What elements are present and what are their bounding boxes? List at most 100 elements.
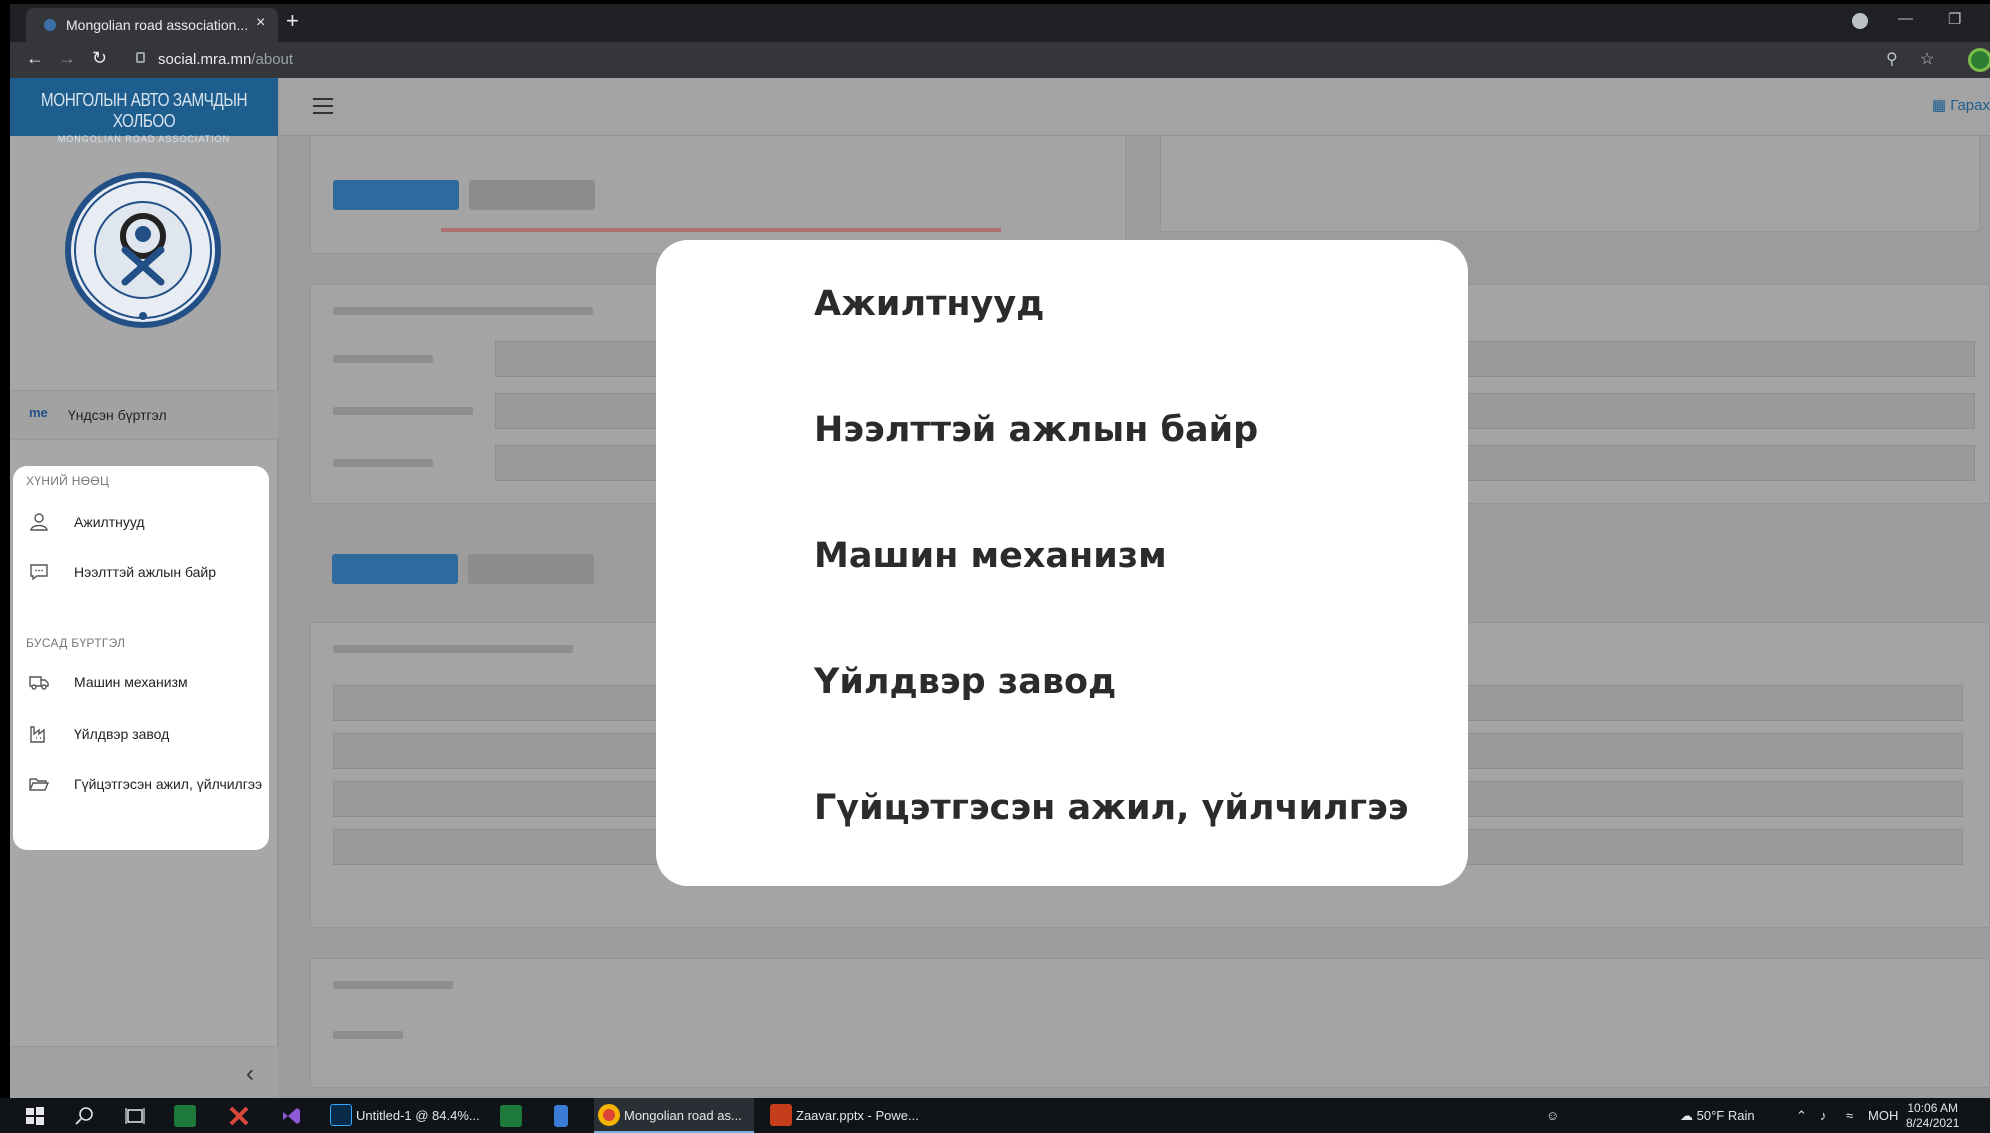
panel-heading-placeholder bbox=[333, 307, 593, 315]
clock[interactable]: 10:06 AM 8/24/2021 bbox=[1906, 1101, 1959, 1131]
field-label-placeholder bbox=[333, 355, 433, 363]
xmind-icon[interactable] bbox=[228, 1105, 250, 1127]
sidebar-item-label: Машин механизм bbox=[74, 674, 188, 690]
logout-button[interactable]: ▦ Гарах bbox=[1932, 96, 1990, 114]
profile-icon[interactable] bbox=[1852, 13, 1868, 29]
taskbar-app-label: Untitled-1 @ 84.4%... bbox=[356, 1108, 480, 1123]
tray-chevron-icon[interactable]: ⌃ bbox=[1796, 1108, 1807, 1124]
sidebar-item-factory[interactable]: Үйлдвэр завод bbox=[29, 722, 265, 750]
language-indicator[interactable]: MOH bbox=[1868, 1108, 1898, 1123]
url-field[interactable]: social.mra.mn/about bbox=[158, 51, 293, 68]
visual-studio-icon[interactable] bbox=[280, 1105, 302, 1127]
background-primary-button bbox=[333, 180, 459, 210]
clock-time: 10:06 AM bbox=[1907, 1101, 1959, 1115]
notes-icon[interactable] bbox=[554, 1105, 568, 1127]
taskbar-app-label: Mongolian road as... bbox=[624, 1108, 742, 1123]
profile-panel bbox=[310, 136, 1126, 254]
restore-icon[interactable]: ❐ bbox=[1948, 10, 1961, 28]
forward-icon[interactable]: → bbox=[58, 48, 76, 69]
tab-title: Mongolian road association... bbox=[66, 17, 249, 33]
lock-icon bbox=[136, 52, 145, 63]
chat-icon bbox=[30, 564, 48, 581]
volume-icon[interactable]: ♪ bbox=[1820, 1108, 1827, 1123]
menu-icon[interactable] bbox=[313, 98, 333, 114]
folder-icon bbox=[29, 778, 49, 791]
callout-item-employees: Ажилтнууд bbox=[814, 284, 1045, 324]
sidebar-item-machinery[interactable]: Машин механизм bbox=[29, 670, 265, 698]
key-icon[interactable]: ⚲ bbox=[1886, 49, 1898, 69]
field-label-placeholder bbox=[333, 407, 473, 415]
brand-header[interactable]: МОНГОЛЫН АВТО ЗАМЧДЫН ХОЛБОО MONGOLIAN R… bbox=[10, 78, 278, 144]
minimize-icon[interactable]: — bbox=[1898, 10, 1913, 27]
url-path: /about bbox=[251, 51, 294, 68]
search-icon[interactable] bbox=[74, 1105, 96, 1127]
panel-heading-placeholder bbox=[333, 645, 573, 653]
excel-addin-icon[interactable] bbox=[174, 1105, 196, 1127]
taskbar-app-powerpoint[interactable]: Zaavar.pptx - Powe... bbox=[766, 1098, 926, 1133]
panel-text-placeholder bbox=[333, 1031, 403, 1039]
background-secondary-button bbox=[469, 180, 595, 210]
logout-icon: ▦ bbox=[1931, 97, 1951, 114]
sidebar-highlight-card: ХҮНИЙ НӨӨЦ Ажилтнууд Нээлттэй ажлын байр… bbox=[13, 466, 269, 850]
zoom-callout-card: Ажилтнууд Нээлттэй ажлын байр Машин меха… bbox=[656, 240, 1468, 886]
screen: Mongolian road association... × + — ❐ ← … bbox=[0, 0, 1990, 1133]
extension-avatar-icon[interactable] bbox=[1968, 48, 1990, 72]
sidebar-item-label: Нээлттэй ажлын байр bbox=[74, 564, 217, 580]
background-warning-line bbox=[441, 228, 1001, 232]
star-icon[interactable]: ☆ bbox=[1920, 49, 1934, 69]
excel-icon[interactable] bbox=[500, 1105, 522, 1127]
reload-icon[interactable]: ↻ bbox=[92, 48, 107, 69]
main-entry-badge: me bbox=[29, 405, 48, 420]
powerpoint-icon bbox=[770, 1104, 792, 1126]
callout-item-open-jobs: Нээлттэй ажлын байр bbox=[814, 410, 1259, 450]
new-tab-button[interactable]: + bbox=[286, 8, 299, 34]
callout-item-completed-work: Гүйцэтгэсэн ажил, үйлчилгээ bbox=[814, 788, 1409, 828]
photoshop-icon bbox=[330, 1104, 352, 1126]
sidebar-footer bbox=[10, 1046, 278, 1098]
favicon-icon bbox=[44, 19, 56, 31]
wifi-icon[interactable]: ≈ bbox=[1846, 1108, 1853, 1123]
taskbar-app-photoshop[interactable]: Untitled-1 @ 84.4%... bbox=[326, 1098, 480, 1133]
weather-text: 50°F Rain bbox=[1696, 1108, 1755, 1123]
bottom-panel bbox=[310, 958, 1990, 1088]
sidebar: МОНГОЛЫН АВТО ЗАМЧДЫН ХОЛБОО MONGOLIAN R… bbox=[10, 78, 278, 1098]
address-bar: ← → ↻ social.mra.mn/about ⚲ ☆ bbox=[10, 42, 1990, 78]
section-heading-other: БУСАД БҮРТГЭЛ bbox=[26, 636, 126, 650]
sidebar-item-label: Гүйцэтгэсэн ажил, үйлчилгээ bbox=[74, 776, 263, 792]
main-entry-label: Үндсэн бүртгэл bbox=[68, 407, 167, 423]
brand-subtitle: MONGOLIAN ROAD ASSOCIATION bbox=[57, 134, 231, 144]
windows-start-icon[interactable] bbox=[24, 1105, 46, 1127]
brand-title: МОНГОЛЫН АВТО ЗАМЧДЫН ХОЛБОО bbox=[40, 90, 248, 131]
sidebar-item-completed-work[interactable]: Гүйцэтгэсэн ажил, үйлчилгээ bbox=[29, 772, 265, 800]
section-heading-hr: ХҮНИЙ НӨӨЦ bbox=[26, 474, 110, 488]
taskbar: Untitled-1 @ 84.4%... Mongolian road as.… bbox=[0, 1098, 1990, 1133]
background-save-button bbox=[332, 554, 458, 584]
collapse-sidebar-icon[interactable]: ‹ bbox=[246, 1060, 254, 1088]
callout-item-machinery: Машин механизм bbox=[814, 536, 1167, 576]
task-view-icon[interactable] bbox=[124, 1105, 146, 1127]
logout-label: Гарах bbox=[1950, 97, 1990, 114]
field-label-placeholder bbox=[333, 459, 433, 467]
taskbar-app-chrome[interactable]: Mongolian road as... bbox=[594, 1098, 754, 1133]
truck-icon bbox=[29, 676, 49, 690]
browser-tab[interactable]: Mongolian road association... × bbox=[26, 8, 278, 42]
panel-heading-placeholder bbox=[333, 981, 453, 989]
weather-widget[interactable]: ☁ 50°F Rain bbox=[1680, 1108, 1755, 1124]
user-icon bbox=[30, 513, 48, 531]
url-host: social.mra.mn bbox=[158, 51, 252, 68]
back-icon[interactable]: ← bbox=[26, 48, 44, 69]
sidebar-item-main-registration[interactable]: me Үндсэн бүртгэл bbox=[10, 390, 278, 440]
close-tab-icon[interactable]: × bbox=[256, 14, 265, 32]
browser-tab-bar: Mongolian road association... × + — ❐ bbox=[10, 4, 1990, 42]
taskbar-app-label: Zaavar.pptx - Powe... bbox=[796, 1108, 919, 1123]
callout-item-factory: Үйлдвэр завод bbox=[814, 662, 1117, 702]
sidebar-item-open-jobs[interactable]: Нээлттэй ажлын байр bbox=[29, 560, 265, 588]
sidebar-item-label: Үйлдвэр завод bbox=[74, 726, 170, 742]
association-logo bbox=[65, 172, 221, 328]
sidebar-item-employees[interactable]: Ажилтнууд bbox=[29, 510, 265, 538]
clock-date: 8/24/2021 bbox=[1906, 1116, 1960, 1130]
weather-icon: ☁ bbox=[1680, 1108, 1697, 1123]
people-icon[interactable]: ☺ bbox=[1546, 1108, 1559, 1123]
side-panel bbox=[1160, 136, 1980, 232]
sidebar-item-label: Ажилтнууд bbox=[74, 514, 145, 530]
